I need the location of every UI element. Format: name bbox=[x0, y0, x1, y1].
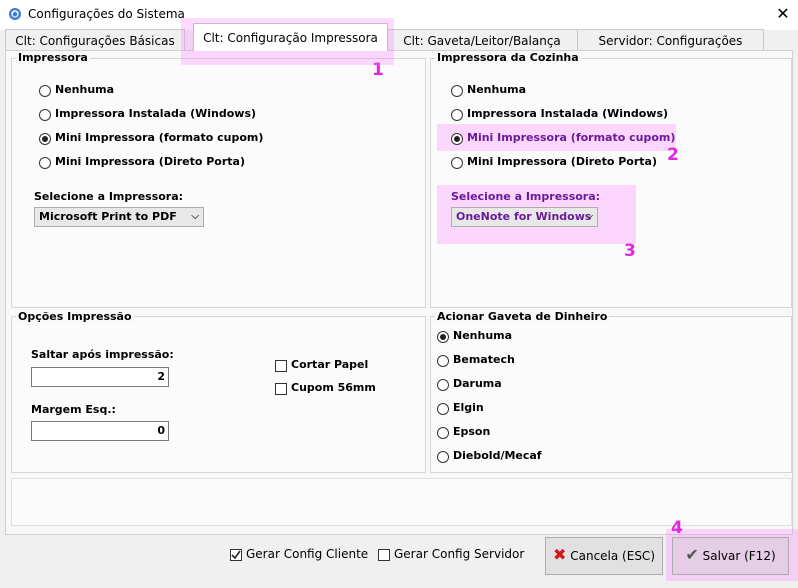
radio-button-icon bbox=[451, 157, 463, 169]
cozinha-option-label: Mini Impressora (formato cupom) bbox=[467, 131, 676, 144]
cozinha-option-label: Mini Impressora (Direto Porta) bbox=[467, 155, 658, 168]
marker-3: 3 bbox=[624, 241, 636, 261]
app-icon bbox=[9, 8, 21, 20]
cozinha-select-label: Selecione a Impressora: bbox=[451, 190, 601, 203]
gaveta-option-label: Nenhuma bbox=[453, 329, 513, 342]
radio-button-icon bbox=[451, 85, 463, 97]
cozinha-option-label: Impressora Instalada (Windows) bbox=[467, 107, 669, 120]
chevron-down-icon: ⌵ bbox=[585, 211, 593, 222]
gaveta-option-label: Bematech bbox=[453, 353, 515, 366]
save-button-label: Salvar (F12) bbox=[702, 549, 776, 563]
cancel-button[interactable]: ✖ Cancela (ESC) bbox=[545, 537, 663, 575]
radio-button-icon bbox=[39, 109, 51, 121]
cozinha-option-label: Nenhuma bbox=[467, 83, 527, 96]
gaveta-option-label: Daruma bbox=[453, 377, 502, 390]
gerar-config-cliente-label: Gerar Config Cliente bbox=[246, 547, 369, 561]
group-opcoes-title: Opções Impressão bbox=[16, 310, 134, 323]
group-impressora-title: Impressora bbox=[16, 51, 90, 64]
tab-configuracao-impressora[interactable]: Clt: Configuração Impressora bbox=[193, 23, 388, 51]
window-title: Configurações do Sistema bbox=[28, 7, 185, 21]
radio-button-icon bbox=[451, 109, 463, 121]
group-opcoes bbox=[11, 316, 426, 473]
radio-button-icon bbox=[437, 403, 449, 415]
title-bar: Configurações do Sistema ✕ bbox=[0, 0, 798, 30]
tab-configuracoes-basicas[interactable]: Clt: Configurações Básicas bbox=[5, 29, 185, 51]
impressora-select[interactable]: Microsoft Print to PDF ⌵ bbox=[34, 207, 204, 227]
saltar-label: Saltar após impressão: bbox=[31, 348, 174, 361]
group-cozinha-title: Impressora da Cozinha bbox=[435, 51, 581, 64]
radio-button-icon bbox=[437, 379, 449, 391]
cancel-button-label: Cancela (ESC) bbox=[570, 549, 655, 563]
gerar-config-servidor-label: Gerar Config Servidor bbox=[394, 547, 525, 561]
radio-button-icon bbox=[39, 133, 51, 145]
impressora-select-label: Selecione a Impressora: bbox=[34, 190, 184, 203]
radio-button-icon bbox=[437, 427, 449, 439]
checkmark-icon: ✔ bbox=[685, 545, 699, 564]
cortar-papel-label: Cortar Papel bbox=[291, 358, 369, 371]
radio-button-icon bbox=[39, 157, 51, 169]
impressora-option-label: Impressora Instalada (Windows) bbox=[55, 107, 257, 120]
save-button[interactable]: ✔ Salvar (F12) bbox=[672, 537, 789, 575]
chevron-down-icon: ⌵ bbox=[191, 211, 199, 222]
radio-button-icon bbox=[437, 451, 449, 463]
marker-4: 4 bbox=[671, 518, 683, 538]
radio-button-icon bbox=[437, 355, 449, 367]
checkbox-box bbox=[275, 383, 287, 395]
cozinha-select-value: OneNote for Windows bbox=[456, 210, 592, 223]
margem-input[interactable]: 0 bbox=[31, 421, 169, 441]
close-icon[interactable]: ✕ bbox=[774, 4, 792, 24]
gaveta-option-label: Diebold/Mecaf bbox=[453, 449, 542, 462]
saltar-input[interactable]: 2 bbox=[31, 367, 169, 387]
group-gaveta-title: Acionar Gaveta de Dinheiro bbox=[435, 310, 610, 323]
impressora-option-label: Nenhuma bbox=[55, 83, 115, 96]
impressora-option-label: Mini Impressora (Direto Porta) bbox=[55, 155, 246, 168]
radio-button-icon bbox=[437, 331, 449, 343]
radio-button-icon bbox=[451, 133, 463, 145]
check-icon bbox=[231, 550, 241, 560]
checkbox-box bbox=[275, 360, 287, 372]
margem-label: Margem Esq.: bbox=[31, 403, 116, 416]
cupom-56mm-label: Cupom 56mm bbox=[291, 381, 376, 394]
radio-button-icon bbox=[39, 85, 51, 97]
cozinha-select[interactable]: OneNote for Windows ⌵ bbox=[451, 207, 598, 227]
checkbox-box bbox=[378, 549, 390, 561]
gaveta-option-label: Elgin bbox=[453, 401, 484, 414]
marker-2: 2 bbox=[667, 145, 679, 165]
impressora-option-label: Mini Impressora (formato cupom) bbox=[55, 131, 264, 144]
gaveta-option-label: Epson bbox=[453, 425, 491, 438]
cancel-x-icon: ✖ bbox=[553, 545, 567, 564]
tab-servidor-configuracoes[interactable]: Servidor: Configurações bbox=[577, 29, 764, 51]
impressora-select-value: Microsoft Print to PDF bbox=[39, 210, 177, 223]
tab-gaveta-leitor-balanca[interactable]: Clt: Gaveta/Leitor/Balança bbox=[386, 29, 578, 51]
